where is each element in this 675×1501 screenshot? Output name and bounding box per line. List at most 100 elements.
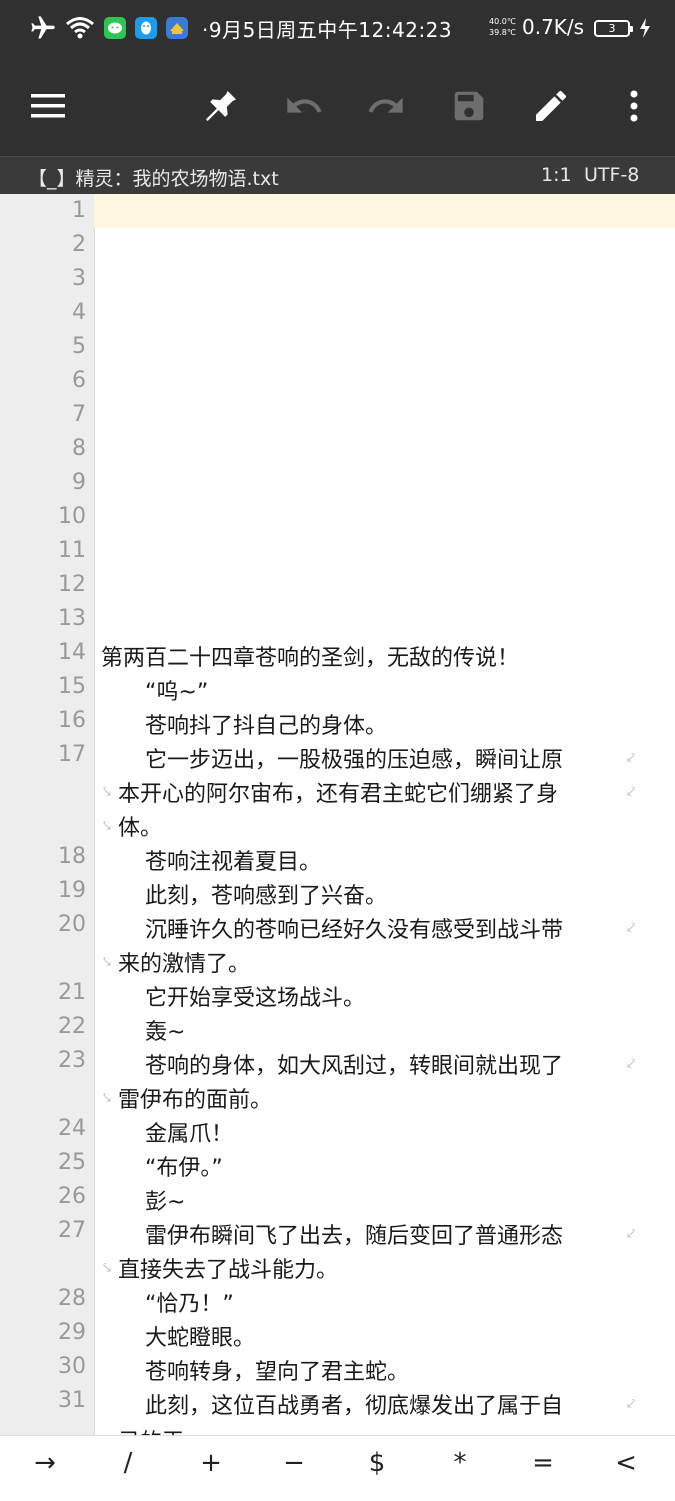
symbol-key[interactable]: * — [430, 1448, 490, 1478]
wrap-marker-icon: ⤦ — [627, 784, 635, 800]
line-number: 6 — [72, 368, 86, 393]
text-line[interactable]: “恰乃！” — [101, 1286, 234, 1318]
wrap-marker-icon: ⤦ — [627, 1226, 635, 1242]
symbol-key[interactable]: $ — [347, 1448, 407, 1478]
wrap-marker-icon: ⤥ — [103, 1260, 111, 1276]
line-number: 2 — [72, 232, 86, 257]
symbol-input-bar: → / + − $ * = < — [0, 1435, 675, 1501]
line-number: 17 — [58, 742, 86, 767]
symbol-key[interactable]: → — [15, 1448, 75, 1478]
symbol-key[interactable]: − — [264, 1448, 324, 1478]
text-line[interactable]: 直接失去了战斗能力。 — [118, 1252, 338, 1284]
line-number: 1 — [72, 198, 86, 223]
wrap-marker-icon: ⤦ — [627, 1396, 635, 1412]
text-line[interactable]: 沉睡许久的苍响已经好久没有感受到战斗带 — [101, 912, 563, 944]
battery-level: 3 — [608, 21, 616, 35]
line-number: 12 — [58, 572, 86, 597]
text-line[interactable]: 苍响转身，望向了君主蛇。 — [101, 1354, 409, 1386]
current-line-highlight — [94, 194, 675, 228]
line-number: 22 — [58, 1014, 86, 1039]
line-number: 25 — [58, 1150, 86, 1175]
text-line[interactable]: 金属爪！ — [101, 1116, 233, 1148]
text-line[interactable]: 苍响的身体，如大风刮过，转眼间就出现了 — [101, 1048, 563, 1080]
line-number: 7 — [72, 402, 86, 427]
text-line[interactable]: 雷伊布瞬间飞了出去，随后变回了普通形态 — [101, 1218, 563, 1250]
text-line[interactable]: 彭~ — [101, 1184, 185, 1216]
text-line[interactable]: 来的激情了。 — [118, 946, 250, 978]
line-number: 13 — [58, 606, 86, 631]
line-number: 24 — [58, 1116, 86, 1141]
status-time: ·9月5日周五中午12:42:23 — [202, 18, 453, 42]
qq-icon — [134, 14, 158, 42]
temp-top: 40.0℃ — [489, 17, 516, 26]
more-options-button[interactable] — [612, 84, 656, 128]
wrap-marker-icon: ⤦ — [627, 1056, 635, 1072]
wrap-marker-icon: ⤥ — [103, 818, 111, 834]
text-line[interactable]: 苍响注视着夏目。 — [101, 844, 321, 876]
line-number: 9 — [72, 470, 86, 495]
pin-icon — [206, 91, 236, 121]
text-line[interactable]: 此刻，苍响感到了兴奋。 — [101, 878, 387, 910]
line-number: 3 — [72, 266, 86, 291]
save-icon — [454, 91, 484, 121]
cursor-position: 1:1 — [541, 164, 572, 186]
symbol-key[interactable]: / — [98, 1448, 158, 1478]
wrap-marker-icon: ⤦ — [627, 750, 635, 766]
wifi-icon — [64, 14, 96, 42]
text-line[interactable]: 它一步迈出，一股极强的压迫感，瞬间让原 — [101, 742, 563, 774]
wrap-marker-icon: ⤦ — [627, 920, 635, 936]
file-info-bar: 【_】精灵：我的农场物语.txt 1:1 UTF-8 — [0, 156, 675, 195]
file-encoding[interactable]: UTF-8 — [584, 164, 639, 186]
text-line[interactable]: 它开始享受这场战斗。 — [101, 980, 365, 1012]
line-number: 5 — [72, 334, 86, 359]
line-number: 26 — [58, 1184, 86, 1209]
wrap-marker-icon: ⤥ — [103, 954, 111, 970]
text-line[interactable]: 轰~ — [101, 1014, 185, 1046]
line-number: 10 — [58, 504, 86, 529]
line-number: 18 — [58, 844, 86, 869]
text-line[interactable]: “呜~” — [101, 674, 208, 706]
charging-icon — [637, 14, 653, 42]
more-vert-icon — [630, 90, 638, 122]
wrap-marker-icon: ⤥ — [103, 784, 111, 800]
text-line[interactable]: 第两百二十四章苍响的圣剑，无敌的传说！ — [101, 640, 519, 672]
line-number: 8 — [72, 436, 86, 461]
app-icon — [165, 14, 189, 42]
pencil-icon — [536, 90, 567, 121]
redo-icon — [368, 97, 403, 113]
undo-button[interactable] — [282, 84, 326, 128]
line-number: 4 — [72, 300, 86, 325]
text-editor[interactable]: 1 2 3 4 5 6 7 8 9 10 11 12 13 14 15 16 1… — [0, 194, 675, 1435]
file-name: 【_】精灵：我的农场物语.txt — [28, 168, 279, 190]
text-line[interactable]: 雷伊布的面前。 — [118, 1082, 272, 1114]
text-line[interactable]: 大蛇瞪眼。 — [101, 1320, 255, 1352]
airplane-icon — [28, 14, 58, 42]
text-line[interactable]: 苍响抖了抖自己的身体。 — [101, 708, 387, 740]
status-bar: ·9月5日周五中午12:42:23 40.0℃ 39.8℃ 0.7K/s 3 — [0, 0, 675, 56]
symbol-key[interactable]: < — [596, 1448, 656, 1478]
menu-button[interactable] — [26, 84, 70, 128]
line-number: 28 — [58, 1286, 86, 1311]
text-line[interactable]: 本开心的阿尔宙布，还有君主蛇它们绷紧了身 — [118, 776, 558, 808]
temp-bottom: 39.8℃ — [489, 28, 516, 37]
line-number: 19 — [58, 878, 86, 903]
line-number: 15 — [58, 674, 86, 699]
line-number: 29 — [58, 1320, 86, 1345]
symbol-key[interactable]: + — [181, 1448, 241, 1478]
pin-button[interactable] — [199, 84, 243, 128]
text-line[interactable]: “布伊。” — [101, 1150, 223, 1182]
redo-button[interactable] — [364, 84, 408, 128]
text-line[interactable]: 体。 — [118, 810, 162, 842]
line-number: 21 — [58, 980, 86, 1005]
line-number: 23 — [58, 1048, 86, 1073]
edit-button[interactable] — [529, 84, 573, 128]
save-button[interactable] — [447, 84, 491, 128]
text-line[interactable]: 己的王 — [118, 1424, 184, 1435]
text-line[interactable]: 此刻，这位百战勇者，彻底爆发出了属于自 — [101, 1388, 563, 1420]
line-number: 16 — [58, 708, 86, 733]
symbol-key[interactable]: = — [513, 1448, 573, 1478]
undo-icon — [287, 97, 322, 113]
temperature-readout: 40.0℃ 39.8℃ — [489, 16, 516, 38]
wrap-marker-icon: ⤥ — [103, 1090, 111, 1106]
line-number: 20 — [58, 912, 86, 937]
